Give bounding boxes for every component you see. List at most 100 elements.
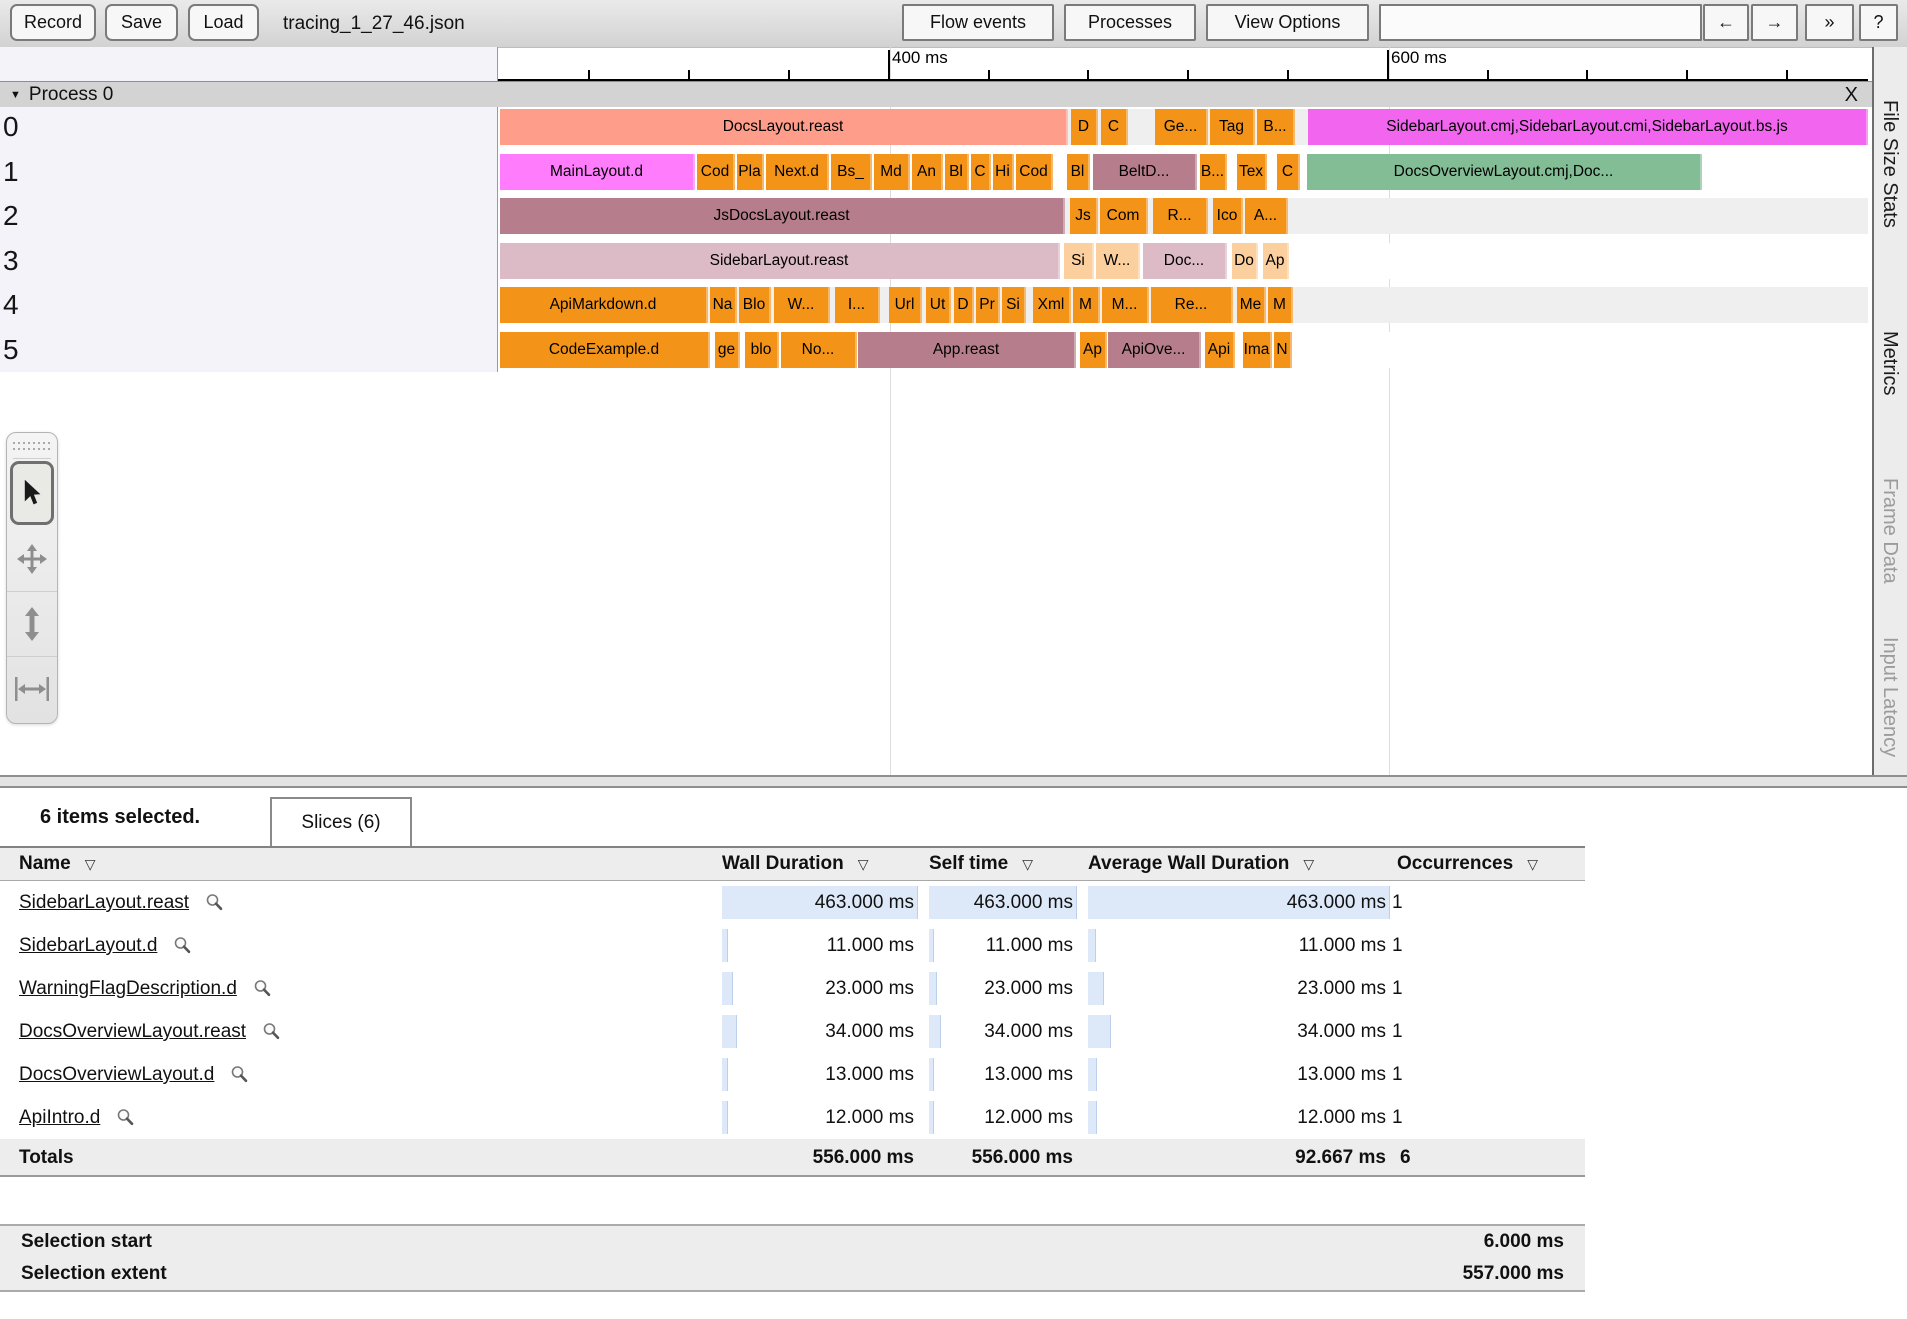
timeline-slice[interactable]: ApiOve...: [1108, 332, 1201, 368]
column-header-name[interactable]: Name▽: [0, 848, 722, 880]
selection-tool-button[interactable]: [10, 461, 54, 525]
timeline-slice[interactable]: Bl: [1067, 154, 1090, 190]
collapse-arrow-icon[interactable]: ▼: [10, 89, 21, 101]
timeline-slice[interactable]: SidebarLayout.reast: [500, 243, 1060, 279]
flow-events-button[interactable]: Flow events: [902, 4, 1054, 41]
find-next-button[interactable]: →: [1751, 4, 1798, 41]
timeline-slice[interactable]: M...: [1102, 287, 1149, 323]
timeline-slice[interactable]: DocsOverviewLayout.cmj,Doc...: [1307, 154, 1702, 190]
slice-name-link[interactable]: DocsOverviewLayout.reast: [19, 1010, 246, 1053]
timeline-slice[interactable]: An: [912, 154, 943, 190]
timeline-slice[interactable]: Bs_: [831, 154, 872, 190]
timeline-slice[interactable]: M: [1073, 287, 1100, 323]
timeline-slice[interactable]: Xml: [1033, 287, 1071, 323]
timeline-slice[interactable]: blo: [745, 332, 779, 368]
timeline-slice[interactable]: Blo: [739, 287, 771, 323]
timeline-slice[interactable]: Doc...: [1143, 243, 1227, 279]
timeline-slice[interactable]: Ima: [1243, 332, 1272, 368]
timeline-slice[interactable]: C: [1277, 154, 1300, 190]
slice-name-link[interactable]: SidebarLayout.d: [19, 924, 157, 967]
timing-tool-button[interactable]: [7, 657, 57, 721]
timeline-slice[interactable]: A...: [1245, 198, 1288, 234]
timeline-slice[interactable]: W...: [774, 287, 830, 323]
column-header-average-wall-duration[interactable]: Average Wall Duration▽: [1088, 848, 1389, 880]
timeline-slice[interactable]: Cod: [1016, 154, 1053, 190]
slice-name-link[interactable]: SidebarLayout.reast: [19, 881, 189, 924]
timeline-slice[interactable]: Pr: [976, 287, 1000, 323]
timeline-slice[interactable]: W...: [1096, 243, 1140, 279]
side-tab-file-size-stats[interactable]: File Size Stats: [1878, 100, 1901, 228]
magnifier-icon[interactable]: [116, 1108, 135, 1127]
timeline-slice[interactable]: B...: [1200, 154, 1227, 190]
timeline-slice[interactable]: Na: [710, 287, 737, 323]
timeline-slice[interactable]: ge: [715, 332, 740, 368]
pan-tool-button[interactable]: [7, 527, 57, 592]
side-tab-frame-data[interactable]: Frame Data: [1878, 478, 1901, 584]
processes-button[interactable]: Processes: [1064, 4, 1196, 41]
timeline-slice[interactable]: CodeExample.d: [500, 332, 710, 368]
timeline-slice[interactable]: No...: [781, 332, 857, 368]
timeline-slice[interactable]: N: [1274, 332, 1292, 368]
timeline-slice[interactable]: Ico: [1213, 198, 1243, 234]
timeline-slice[interactable]: Ut: [926, 287, 951, 323]
magnifier-icon[interactable]: [262, 1022, 281, 1041]
zoom-tool-button[interactable]: [7, 592, 57, 657]
timeline-slice[interactable]: C: [1101, 109, 1128, 145]
palette-drag-handle-icon[interactable]: [13, 438, 51, 459]
timeline-slice[interactable]: ApiMarkdown.d: [500, 287, 708, 323]
find-previous-button[interactable]: ←: [1703, 4, 1749, 41]
timeline-slice[interactable]: M: [1268, 287, 1293, 323]
column-header-wall-duration[interactable]: Wall Duration▽: [722, 848, 917, 880]
timeline-slice[interactable]: DocsLayout.reast: [500, 109, 1068, 145]
help-button[interactable]: ?: [1859, 4, 1898, 41]
timeline-slice[interactable]: C: [971, 154, 991, 190]
time-ruler[interactable]: 400 ms600 ms: [498, 47, 1868, 81]
close-process-button[interactable]: X: [1845, 82, 1858, 108]
magnifier-icon[interactable]: [173, 936, 192, 955]
column-header-self-time[interactable]: Self time▽: [929, 848, 1076, 880]
timeline-slice[interactable]: R...: [1153, 198, 1208, 234]
column-header-occurrences[interactable]: Occurrences▽: [1397, 848, 1585, 880]
timeline-slice[interactable]: Com: [1100, 198, 1148, 234]
timeline-slice[interactable]: Ge...: [1155, 109, 1208, 145]
timeline-slice[interactable]: I...: [835, 287, 880, 323]
timeline-slice[interactable]: JsDocsLayout.reast: [500, 198, 1065, 234]
side-tab-metrics[interactable]: Metrics: [1878, 331, 1901, 395]
timeline-slice[interactable]: Url: [889, 287, 922, 323]
tab-slices[interactable]: Slices (6): [270, 797, 412, 846]
magnifier-icon[interactable]: [205, 893, 224, 912]
save-button[interactable]: Save: [105, 4, 178, 41]
timeline-slice[interactable]: MainLayout.d: [500, 154, 695, 190]
timeline-slice[interactable]: SidebarLayout.cmj,SidebarLayout.cmi,Side…: [1308, 109, 1868, 145]
slice-name-link[interactable]: WarningFlagDescription.d: [19, 967, 237, 1010]
timeline-slice[interactable]: BeltD...: [1093, 154, 1197, 190]
timeline-slice[interactable]: Bl: [945, 154, 969, 190]
timeline-slice[interactable]: Do: [1232, 243, 1258, 279]
timeline-slice[interactable]: Ap: [1263, 243, 1289, 279]
slice-name-link[interactable]: ApiIntro.d: [19, 1096, 100, 1139]
timeline-slice[interactable]: Hi: [993, 154, 1014, 190]
timeline-slice[interactable]: Tag: [1210, 109, 1255, 145]
pane-splitter[interactable]: [0, 775, 1907, 788]
timeline-slice[interactable]: App.reast: [858, 332, 1076, 368]
timeline-slice[interactable]: Tex: [1237, 154, 1267, 190]
find-input[interactable]: [1379, 4, 1702, 41]
side-tab-input-latency[interactable]: Input Latency: [1878, 637, 1901, 757]
timeline-slice[interactable]: Api: [1205, 332, 1235, 368]
timeline-slice[interactable]: D: [1071, 109, 1098, 145]
magnifier-icon[interactable]: [253, 979, 272, 998]
magnifier-icon[interactable]: [230, 1065, 249, 1084]
timeline-slice[interactable]: Js: [1070, 198, 1098, 234]
record-button[interactable]: Record: [10, 4, 96, 41]
timeline-slice[interactable]: Cod: [697, 154, 735, 190]
view-options-button[interactable]: View Options: [1206, 4, 1369, 41]
timeline-slice[interactable]: Re...: [1151, 287, 1233, 323]
timeline-slice[interactable]: D: [954, 287, 974, 323]
load-button[interactable]: Load: [188, 4, 259, 41]
timeline-slice[interactable]: Md: [874, 154, 910, 190]
timeline-slice[interactable]: Next.d: [766, 154, 829, 190]
more-options-button[interactable]: »: [1805, 4, 1854, 41]
timeline-slice[interactable]: B...: [1257, 109, 1295, 145]
timeline-slice[interactable]: Ap: [1080, 332, 1107, 368]
timeline-slice[interactable]: Si: [1064, 243, 1094, 279]
